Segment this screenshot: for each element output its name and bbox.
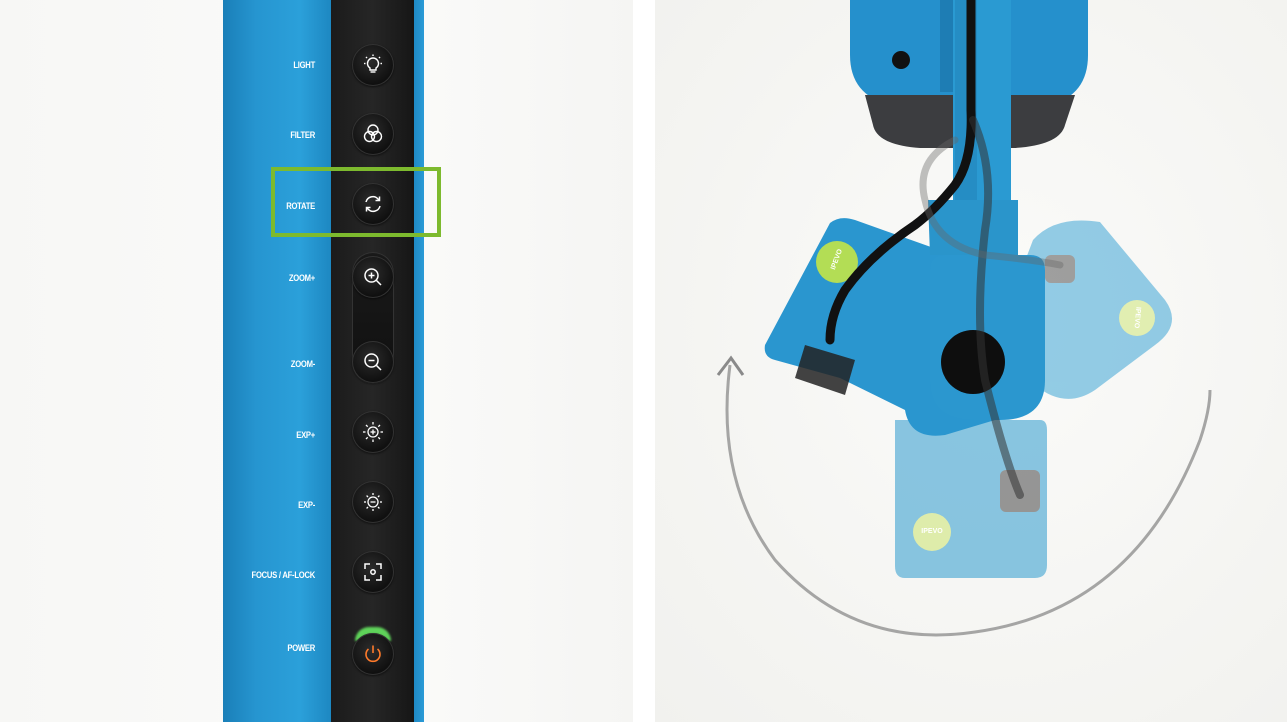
panel-divider xyxy=(633,0,655,722)
filter-icon xyxy=(363,124,383,143)
zoom-in-icon xyxy=(364,268,382,286)
label-filter: FILTER xyxy=(290,130,315,140)
filter-button[interactable] xyxy=(352,113,394,155)
zoom-in-button[interactable] xyxy=(352,256,394,298)
label-exp-plus: EXP+ xyxy=(296,430,315,440)
base-ghost-bottom xyxy=(895,420,1047,578)
brand-logo-bottom: IPEVO xyxy=(921,528,943,535)
power-icon xyxy=(365,645,381,663)
focus-icon xyxy=(364,563,382,581)
zoom-out-icon xyxy=(364,353,382,371)
label-focus: FOCUS / AF-LOCK xyxy=(251,570,316,580)
zoom-out-button[interactable] xyxy=(352,341,394,383)
exposure-plus-button[interactable] xyxy=(352,411,394,453)
exposure-plus-icon xyxy=(363,422,383,442)
rotation-scene xyxy=(716,0,1212,637)
label-zoom-out: ZOOM- xyxy=(290,359,315,369)
exposure-minus-icon xyxy=(364,493,382,511)
camera-arm-edge xyxy=(414,0,424,722)
exposure-minus-button[interactable] xyxy=(352,481,394,523)
label-exp-minus: EXP- xyxy=(298,500,315,510)
light-button[interactable] xyxy=(352,44,394,86)
power-button[interactable] xyxy=(352,633,394,675)
focus-af-lock-button[interactable] xyxy=(352,551,394,593)
light-bulb-icon xyxy=(364,54,382,73)
rotate-highlight-frame xyxy=(271,167,441,237)
rotation-illustration-photo: IPEVO IPEVO IPEVO xyxy=(655,0,1287,722)
label-light: LIGHT xyxy=(293,60,315,70)
control-strip-photo: LIGHT FILTER ROTATE ZOOM+ ZOOM- EXP+ EXP… xyxy=(0,0,633,722)
label-power: POWER xyxy=(287,643,315,653)
label-zoom-in: ZOOM+ xyxy=(288,273,315,283)
